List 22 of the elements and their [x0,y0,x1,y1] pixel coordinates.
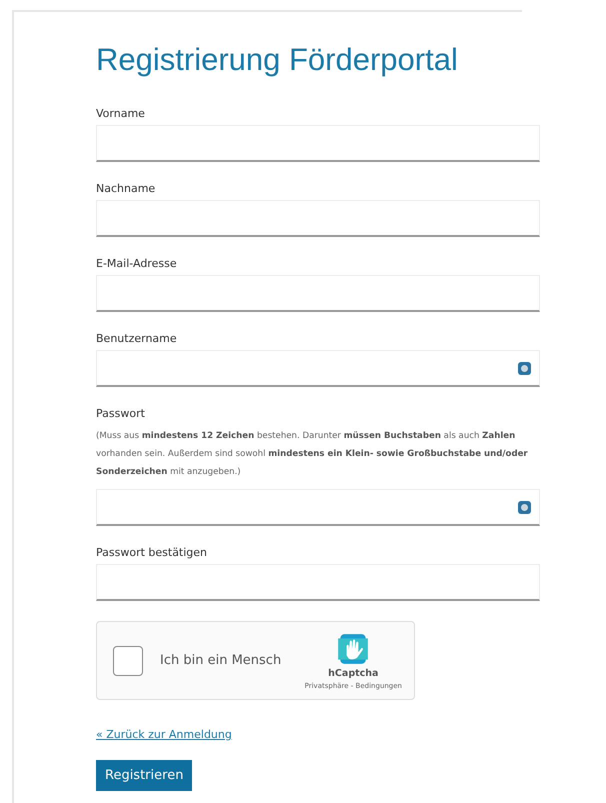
field-label: Benutzername [96,332,178,346]
input-field[interactable] [96,489,540,526]
input-field[interactable] [96,350,540,387]
input-field[interactable] [96,200,540,237]
captcha-brand: hCaptcha [328,668,378,678]
input-field[interactable] [96,564,540,601]
page-title: Registrierung Förderportal [96,41,459,79]
input-field[interactable] [96,125,540,162]
field-label: Vorname [96,107,146,121]
back-link[interactable]: « Zurück zur Anmeldung [96,728,232,741]
input-field[interactable] [96,275,540,312]
password-manager-icon[interactable] [518,500,531,514]
hint-text: (Muss aus mindestens 12 Zeichen bestehen. Darunter müssen Buchstaben als auch Zahlen vorhanden sein. Außerdem sind sowohl mindestens ein Klein- sowie Großbuchstabe und/oder Sonderzeichen mit anzugeben.) [96,430,529,479]
field-label: Passwort bestätigen [96,546,208,560]
hand-logo-icon [336,632,370,666]
captcha-label: Ich bin ein Mensch [160,653,282,668]
field-label: Nachname [96,182,156,196]
field-label: E-Mail-Adresse [96,257,178,271]
password-manager-icon[interactable] [518,362,531,374]
field-label: Passwort [96,407,146,421]
checkbox[interactable] [113,646,143,676]
register-button[interactable]: Registrieren [96,760,192,791]
